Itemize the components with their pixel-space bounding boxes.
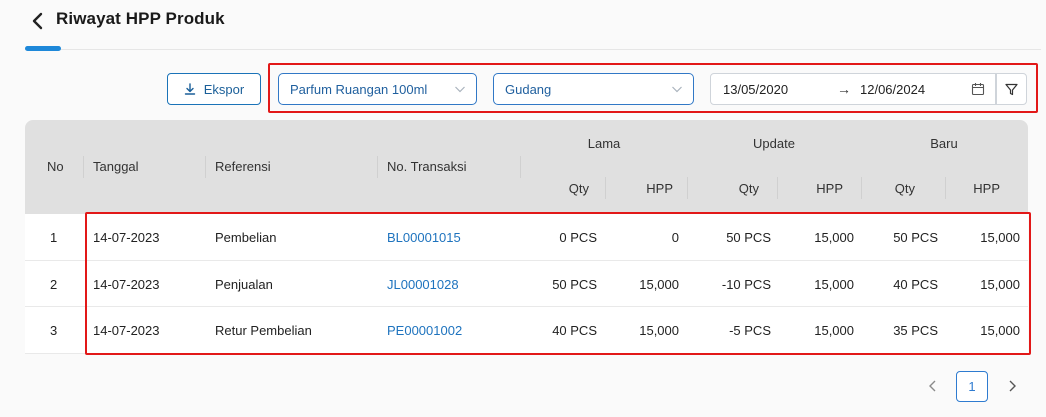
active-tab-indicator (25, 46, 61, 51)
product-select[interactable]: Parfum Ruangan 100ml (278, 73, 477, 105)
table-header: No Tanggal Referensi No. Transaksi Lama … (25, 120, 1028, 214)
pagination-next-button[interactable] (1005, 378, 1019, 394)
filter-button[interactable] (996, 73, 1027, 105)
column-header-baru-qty: Qty (894, 181, 915, 196)
warehouse-select-value: Gudang (505, 81, 552, 97)
column-header-update-hpp: HPP (816, 181, 843, 196)
chevron-down-icon (455, 86, 465, 93)
export-label: Ekspor (203, 81, 245, 97)
column-divider (605, 177, 606, 199)
page-title: Riwayat HPP Produk (56, 9, 225, 28)
date-end-input[interactable]: 12/06/2024 (860, 82, 925, 97)
column-divider (83, 156, 84, 178)
column-divider (945, 177, 946, 199)
column-header-no: No (47, 159, 64, 174)
date-start-input[interactable]: 13/05/2020 (723, 82, 788, 97)
chevron-down-icon (672, 86, 682, 93)
column-group-update: Update (753, 136, 795, 151)
page-root: Riwayat HPP Produk Ekspor Parfum Ruangan… (0, 0, 1046, 417)
cell-no: 2 (50, 276, 58, 292)
column-header-baru-hpp: HPP (973, 181, 1000, 196)
back-button[interactable] (28, 10, 48, 32)
column-divider (861, 177, 862, 199)
export-button[interactable]: Ekspor (167, 73, 261, 105)
date-range-picker[interactable]: 13/05/2020 → 12/06/2024 (710, 73, 996, 105)
chevron-left-icon (32, 12, 43, 30)
product-select-value: Parfum Ruangan 100ml (290, 81, 428, 97)
page-header: Riwayat HPP Produk (0, 0, 1046, 52)
column-divider (520, 156, 521, 178)
column-header-lama-qty: Qty (568, 181, 589, 196)
column-group-baru: Baru (930, 136, 958, 151)
chevron-left-icon (929, 380, 936, 392)
column-header-lama-hpp: HPP (646, 181, 673, 196)
pagination-page-button[interactable]: 1 (956, 371, 988, 402)
cell-no: 3 (50, 323, 58, 338)
column-divider (377, 156, 378, 178)
column-header-tanggal: Tanggal (93, 159, 139, 174)
download-icon (184, 83, 195, 95)
chevron-right-icon (1009, 380, 1016, 392)
calendar-icon[interactable] (971, 82, 985, 96)
warehouse-select[interactable]: Gudang (493, 73, 694, 105)
column-header-update-qty: Qty (738, 181, 759, 196)
column-divider (777, 177, 778, 199)
column-divider (687, 177, 688, 199)
cell-no: 1 (50, 230, 58, 245)
pagination-prev-button[interactable] (926, 378, 940, 394)
date-range-arrow: → (837, 81, 851, 97)
column-group-lama: Lama (587, 136, 621, 151)
header-divider (25, 49, 1041, 50)
filter-icon (1005, 83, 1018, 95)
column-header-no-transaksi: No. Transaksi (387, 159, 467, 174)
column-divider (205, 156, 206, 178)
rows-highlight-box (85, 212, 1031, 355)
column-header-referensi: Referensi (215, 159, 271, 174)
